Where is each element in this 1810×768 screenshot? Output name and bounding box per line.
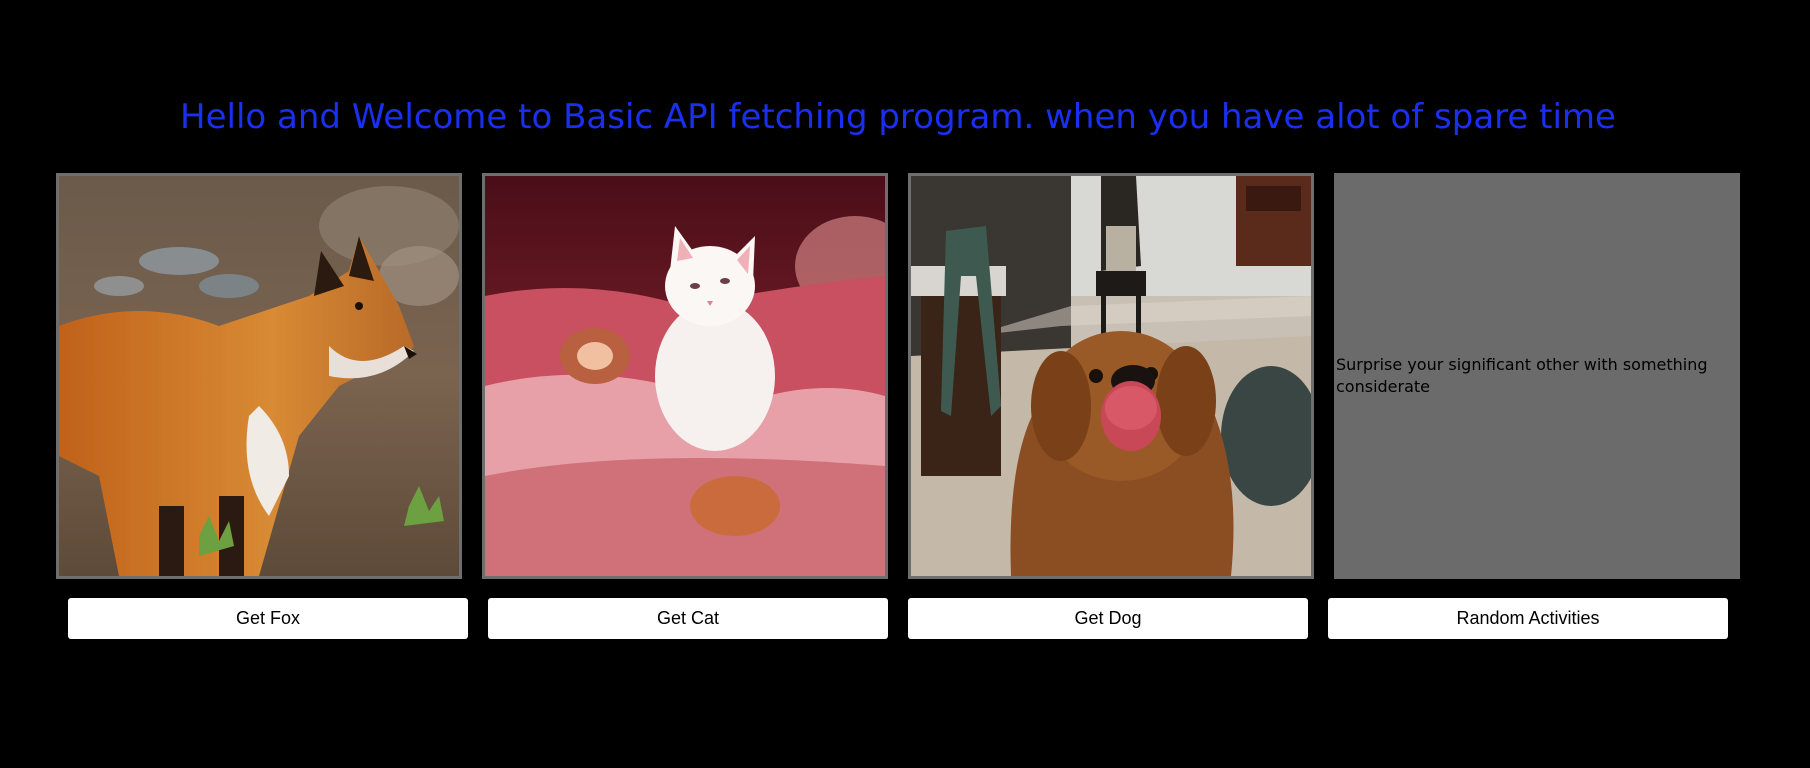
fox-image xyxy=(56,173,462,579)
page: Hello and Welcome to Basic API fetching … xyxy=(0,0,1810,768)
dog-image xyxy=(908,173,1314,579)
get-cat-button[interactable]: Get Cat xyxy=(488,598,888,639)
dog-photo xyxy=(911,176,1311,576)
fox-photo xyxy=(59,176,459,576)
get-dog-button[interactable]: Get Dog xyxy=(908,598,1308,639)
page-title: Hello and Welcome to Basic API fetching … xyxy=(180,97,1616,137)
cat-image xyxy=(482,173,888,579)
activity-text: Surprise your significant other with som… xyxy=(1336,355,1708,396)
get-fox-button[interactable]: Get Fox xyxy=(68,598,468,639)
random-activities-button[interactable]: Random Activities xyxy=(1328,598,1728,639)
kitten-photo xyxy=(485,176,885,576)
activity-panel: Surprise your significant other with som… xyxy=(1334,173,1740,579)
